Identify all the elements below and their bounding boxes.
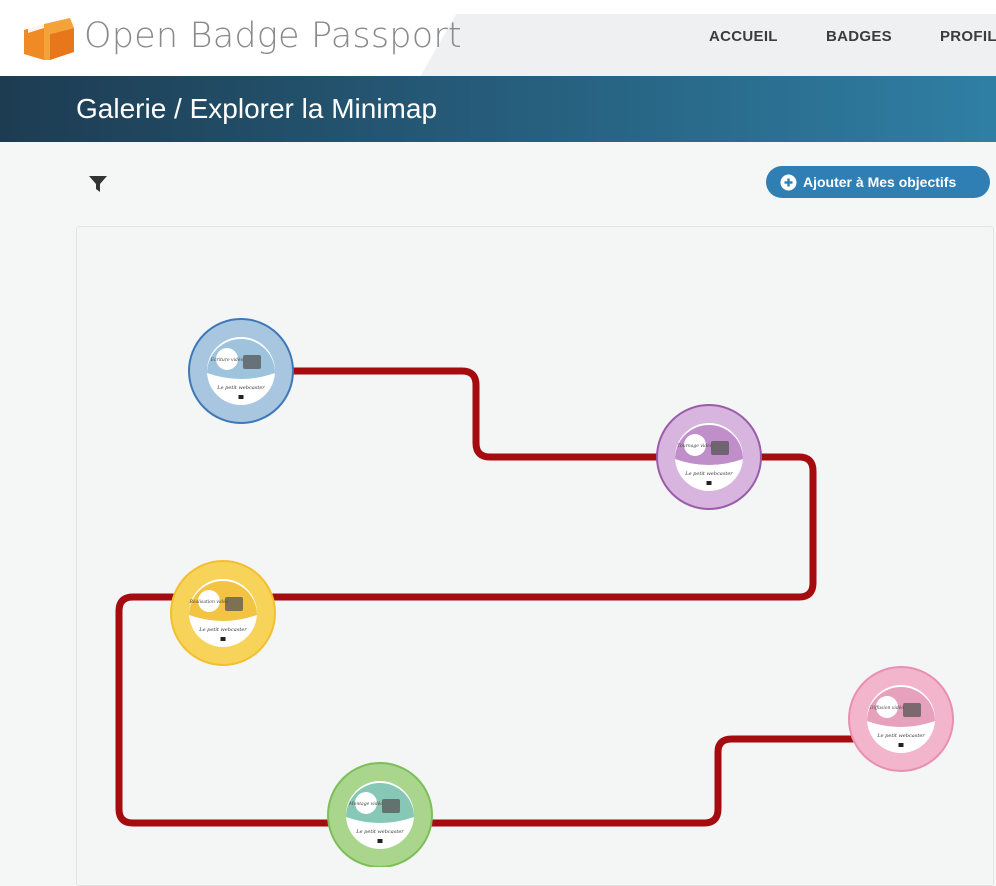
- add-to-goals-label: Ajouter à Mes objectifs: [803, 174, 957, 190]
- badge-subtitle: Le petit webcaster: [355, 829, 404, 835]
- badge-subtitle: Le petit webcaster: [684, 471, 733, 477]
- badge-subtitle: Le petit webcaster: [198, 627, 247, 633]
- minimap-badge[interactable]: Réalisation vidéo Le petit webcaster: [170, 560, 276, 666]
- badge-device: [225, 597, 243, 611]
- minimap-badge[interactable]: Montage vidéo Le petit webcaster: [327, 762, 433, 867]
- badge-subtitle: Le petit webcaster: [216, 385, 265, 391]
- minimap-panel: Ecriture vidéo Le petit webcaster Tournage…: [76, 226, 994, 886]
- plus-circle-icon: [780, 174, 797, 190]
- minimap-badge[interactable]: Diffusion vidéo Le petit webcaster: [848, 666, 954, 772]
- minimap-badge[interactable]: Ecriture vidéo Le petit webcaster: [188, 318, 294, 424]
- badge-mark: [706, 481, 712, 485]
- filter-icon[interactable]: [89, 176, 107, 192]
- badge-mark: [377, 839, 383, 843]
- badge-mark: [898, 743, 904, 747]
- badge-device: [711, 441, 729, 455]
- title-bar: Galerie / Explorer la Minimap: [0, 76, 996, 142]
- badge-title: Ecriture vidéo: [210, 356, 244, 363]
- badge-device: [382, 799, 400, 813]
- nav-accueil[interactable]: ACCUEIL: [709, 28, 778, 45]
- minimap-badge[interactable]: Tournage vidéo Le petit webcaster: [656, 404, 762, 510]
- main-nav: ACCUEIL BADGES PROFIL: [0, 28, 996, 48]
- badge-subtitle: Le petit webcaster: [876, 733, 925, 739]
- badge-title: Montage vidéo: [348, 800, 383, 807]
- badge-device: [243, 355, 261, 369]
- badge-mark: [220, 637, 226, 641]
- top-header: Open Badge Passport ACCUEIL BADGES PROFI…: [0, 0, 996, 76]
- badge-title: Réalisation vidéo: [188, 598, 228, 605]
- minimap-canvas: Ecriture vidéoLe petit webcasterTournage…: [115, 318, 954, 867]
- nav-badges[interactable]: BADGES: [826, 28, 892, 45]
- nav-profil[interactable]: PROFIL: [940, 28, 996, 45]
- add-to-goals-button[interactable]: Ajouter à Mes objectifs: [766, 166, 990, 198]
- badge-device: [903, 703, 921, 717]
- badge-title: Diffusion vidéo: [869, 704, 904, 711]
- badge-mark: [238, 395, 244, 399]
- page-title: Galerie / Explorer la Minimap: [76, 93, 438, 124]
- badge-title: Tournage vidéo: [677, 442, 712, 449]
